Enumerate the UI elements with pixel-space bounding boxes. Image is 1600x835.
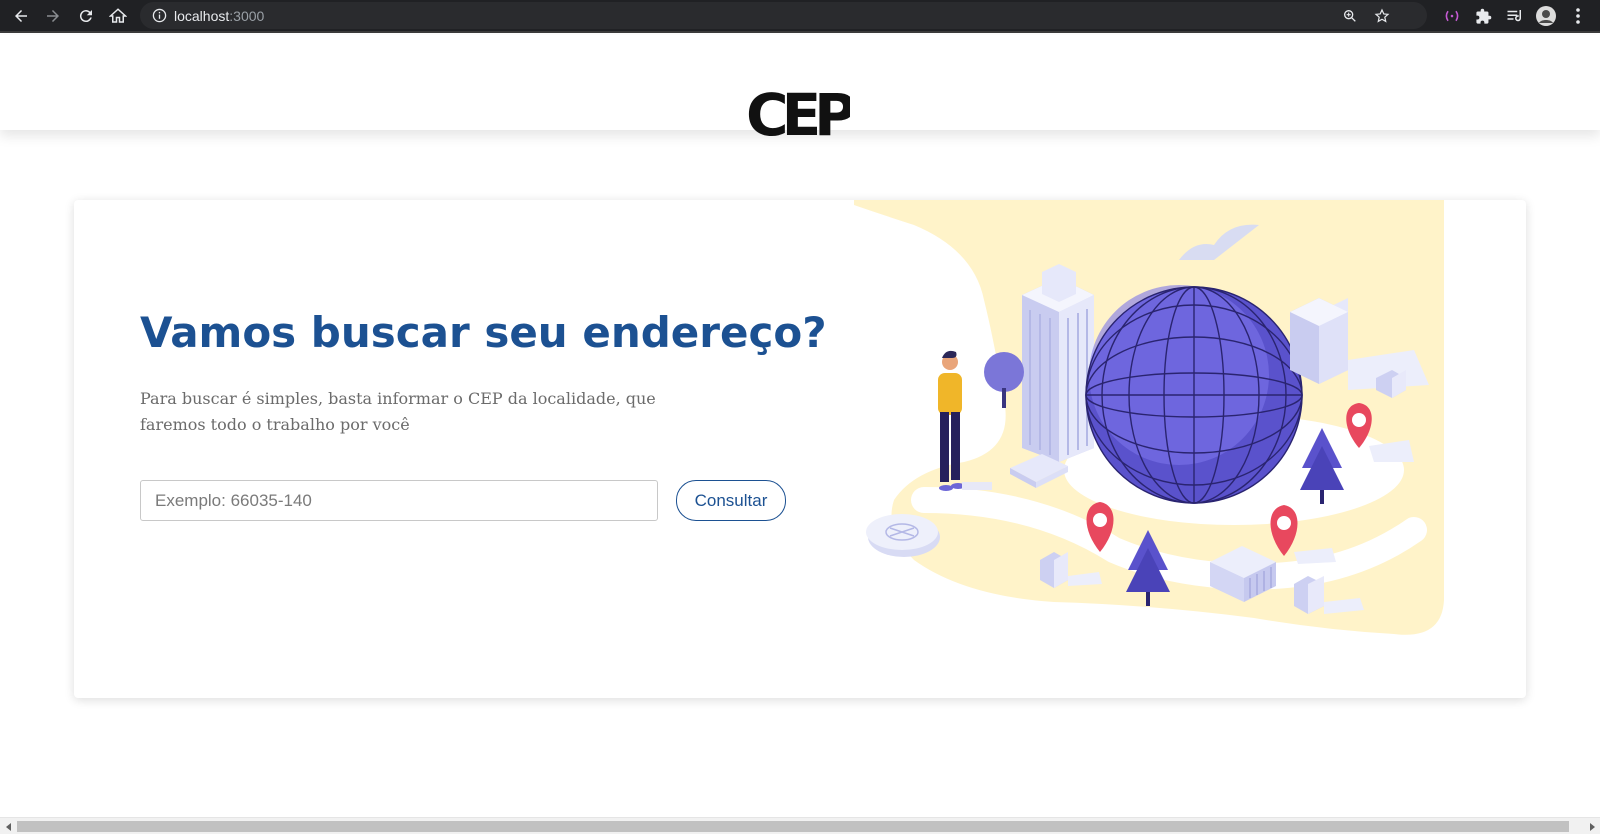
consult-button[interactable]: Consultar xyxy=(676,480,786,521)
zoom-icon[interactable] xyxy=(1340,6,1360,26)
extension-icon[interactable] xyxy=(1441,5,1463,27)
profile-icon[interactable] xyxy=(1535,5,1557,27)
star-icon[interactable] xyxy=(1372,6,1392,26)
page-title: Vamos buscar seu endereço? xyxy=(140,308,827,357)
url-text: localhost:3000 xyxy=(174,8,264,24)
reading-list-icon[interactable] xyxy=(1504,5,1526,27)
menu-icon[interactable] xyxy=(1567,5,1589,27)
scroll-left-icon[interactable] xyxy=(0,818,17,835)
city-globe-illustration xyxy=(854,200,1466,650)
cep-input[interactable] xyxy=(140,480,658,521)
reload-icon[interactable] xyxy=(74,4,98,28)
forward-icon[interactable] xyxy=(41,4,65,28)
site-header: CEP xyxy=(0,35,1600,141)
browser-toolbar: localhost:3000 xyxy=(0,0,1600,33)
site-logo[interactable]: CEP xyxy=(746,87,850,141)
home-icon[interactable] xyxy=(106,4,130,28)
tall-building xyxy=(1022,264,1094,462)
logo-text: CEP xyxy=(746,87,850,141)
url-port: :3000 xyxy=(229,8,265,24)
search-card: Vamos buscar seu endereço? Para buscar é… xyxy=(74,200,1526,698)
manhole xyxy=(866,514,940,557)
puzzle-icon[interactable] xyxy=(1472,5,1494,27)
url-host: localhost xyxy=(174,8,230,24)
info-icon[interactable] xyxy=(152,8,167,23)
back-icon[interactable] xyxy=(9,4,33,28)
page-description: Para buscar é simples, basta informar o … xyxy=(140,389,656,434)
scrollbar-thumb[interactable] xyxy=(17,821,1569,832)
scroll-right-icon[interactable] xyxy=(1583,818,1600,835)
address-bar[interactable]: localhost:3000 xyxy=(140,2,1427,29)
horizontal-scrollbar[interactable] xyxy=(0,817,1600,834)
globe xyxy=(1085,285,1303,504)
